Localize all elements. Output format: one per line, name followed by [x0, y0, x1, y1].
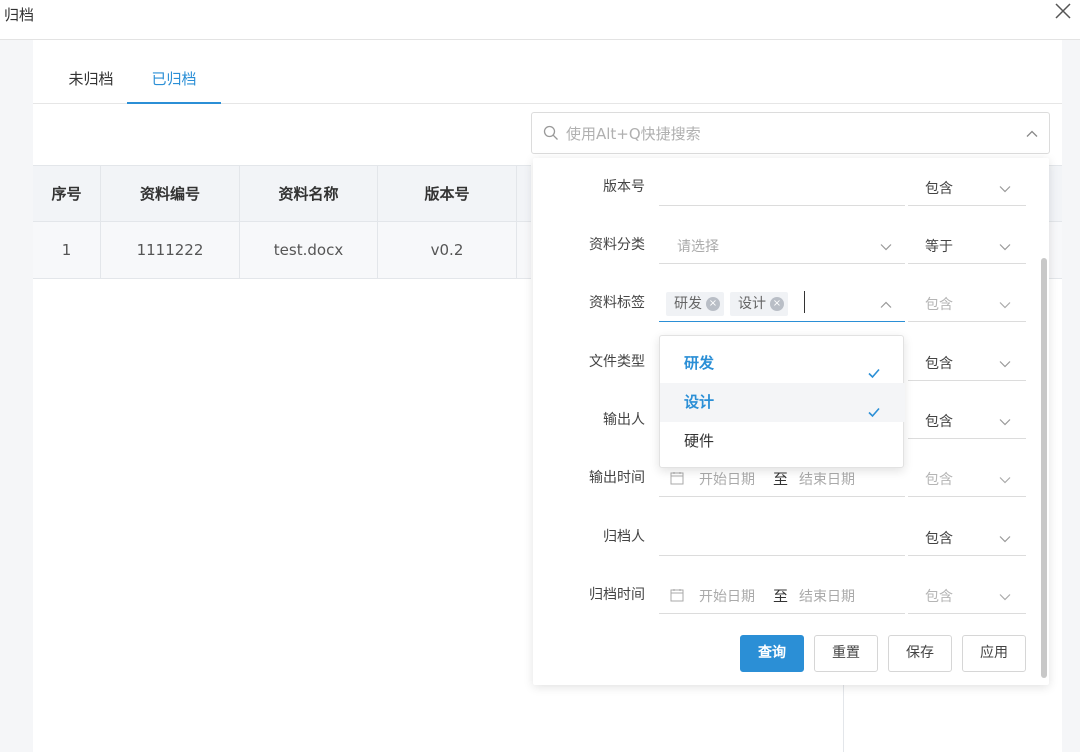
tag-chip: 设计 × [730, 292, 788, 316]
start-date[interactable]: 开始日期 [699, 586, 755, 606]
operator-select[interactable]: 包含 [908, 461, 1026, 497]
operator-select[interactable]: 等于 [908, 228, 1026, 264]
tag-label: 研发 [674, 296, 702, 312]
header-cell-version: 版本号 [378, 166, 517, 221]
end-date[interactable]: 结束日期 [799, 586, 855, 606]
archive-table: 序号 资料编号 资料名称 版本号 1 1111222 test.docx v0.… [33, 165, 531, 279]
apply-button[interactable]: 应用 [962, 635, 1026, 672]
operator-value: 包含 [925, 414, 953, 430]
filter-scrollbar[interactable] [1041, 258, 1047, 678]
filter-label: 归档时间 [589, 587, 645, 603]
chevron-down-icon [998, 473, 1012, 491]
operator-value: 等于 [925, 239, 953, 255]
end-date[interactable]: 结束日期 [799, 469, 855, 489]
reset-button[interactable]: 重置 [814, 635, 878, 672]
table-cell: test.docx [240, 222, 378, 278]
start-date[interactable]: 开始日期 [699, 469, 755, 489]
tag-remove-icon[interactable]: × [706, 297, 720, 311]
version-input[interactable] [659, 170, 905, 206]
operator-select[interactable]: 包含 [908, 578, 1026, 614]
header-cell-name: 资料名称 [240, 166, 378, 221]
table-cell: 1111222 [101, 222, 240, 278]
filter-label: 资料标签 [589, 295, 645, 311]
table-row[interactable]: 1 1111222 test.docx v0.2 [33, 222, 531, 279]
table-header: 序号 资料编号 资料名称 版本号 [33, 165, 531, 222]
operator-select[interactable]: 包含 [908, 403, 1026, 439]
operator-value: 包含 [925, 297, 953, 313]
date-separator: 至 [773, 470, 789, 488]
archive-date-range[interactable]: 开始日期 至 结束日期 [659, 578, 905, 614]
filter-label: 资料分类 [589, 237, 645, 253]
filter-row-category: 资料分类 请选择 等于 [533, 216, 1049, 264]
operator-value: 包含 [925, 589, 953, 605]
filter-row-tags: 资料标签 研发 × 设计 × 包含 [533, 274, 1049, 322]
filter-label: 版本号 [603, 179, 645, 195]
tags-multiselect[interactable]: 研发 × 设计 × [659, 286, 905, 322]
tag-label: 设计 [738, 296, 766, 312]
chevron-down-icon [998, 298, 1012, 316]
tab-unarchived[interactable]: 未归档 [55, 62, 127, 104]
calendar-icon [670, 471, 684, 489]
query-button[interactable]: 查询 [740, 635, 804, 672]
search-icon [543, 125, 559, 145]
date-separator: 至 [773, 587, 789, 605]
filter-row-version: 版本号 包含 [533, 158, 1049, 206]
search-box[interactable] [531, 112, 1050, 154]
chevron-up-icon[interactable] [1025, 127, 1039, 145]
calendar-icon [670, 588, 684, 606]
table-cell: 1 [33, 222, 101, 278]
search-input[interactable] [566, 123, 1006, 145]
filter-label: 文件类型 [589, 354, 645, 370]
filter-actions: 查询 重置 保存 应用 [533, 635, 1049, 675]
operator-value: 包含 [925, 472, 953, 488]
chevron-down-icon [879, 240, 893, 258]
operator-select[interactable]: 包含 [908, 520, 1026, 556]
operator-select[interactable]: 包含 [908, 170, 1026, 206]
header-cell-index: 序号 [33, 166, 101, 221]
chevron-down-icon [998, 240, 1012, 258]
dropdown-option[interactable]: 硬件 [660, 422, 905, 461]
tag-options-dropdown: 研发 设计 硬件 [659, 335, 905, 468]
archiver-input[interactable] [659, 520, 905, 556]
operator-value: 包含 [925, 356, 953, 372]
chevron-down-icon [998, 357, 1012, 375]
tab-bar: 未归档 已归档 [33, 62, 1062, 104]
option-label: 硬件 [684, 432, 715, 450]
chevron-down-icon [998, 590, 1012, 608]
window-titlebar: 归档 [0, 0, 1080, 40]
option-label: 设计 [684, 393, 715, 411]
text-cursor [804, 291, 805, 313]
save-button[interactable]: 保存 [888, 635, 952, 672]
tag-remove-icon[interactable]: × [770, 297, 784, 311]
operator-value: 包含 [925, 531, 953, 547]
filter-row-archive-time: 归档时间 开始日期 至 结束日期 包含 [533, 566, 1049, 614]
filter-row-archiver: 归档人 包含 [533, 508, 1049, 556]
chevron-down-icon [998, 532, 1012, 550]
operator-value: 包含 [925, 181, 953, 197]
option-label: 研发 [684, 354, 715, 372]
window-title: 归档 [4, 6, 35, 24]
filter-label: 输出人 [603, 412, 645, 428]
tab-archived[interactable]: 已归档 [127, 62, 221, 104]
dropdown-option[interactable]: 研发 [660, 344, 905, 383]
operator-select[interactable]: 包含 [908, 286, 1026, 322]
category-placeholder: 请选择 [677, 239, 719, 255]
header-cell-code: 资料编号 [101, 166, 240, 221]
operator-select[interactable]: 包含 [908, 345, 1026, 381]
dropdown-option[interactable]: 设计 [660, 383, 905, 422]
tag-chip: 研发 × [666, 292, 724, 316]
chevron-down-icon [998, 182, 1012, 200]
filter-label: 归档人 [603, 529, 645, 545]
close-icon[interactable] [1052, 0, 1074, 22]
filter-label: 输出时间 [589, 470, 645, 486]
chevron-up-icon [879, 298, 893, 316]
chevron-down-icon [998, 415, 1012, 433]
table-cell: v0.2 [378, 222, 517, 278]
category-select[interactable]: 请选择 [659, 228, 905, 264]
